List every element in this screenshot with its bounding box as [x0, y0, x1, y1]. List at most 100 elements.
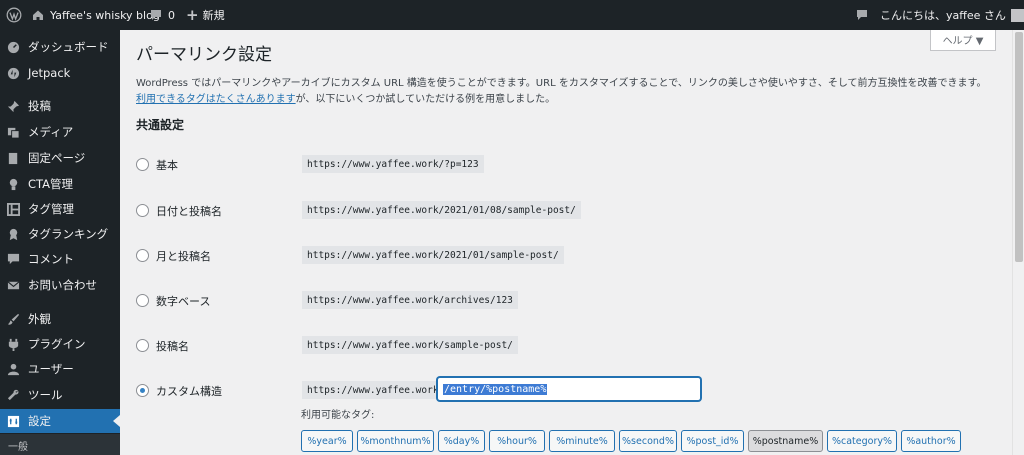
settings-icon [6, 414, 20, 428]
user-greeting[interactable]: こんにちは、yaffee さん [880, 0, 1024, 30]
tag-button-minute[interactable]: %minute% [549, 430, 615, 452]
sidebar-item-dashboard[interactable]: ダッシュボード [0, 35, 120, 59]
sidebar-item-label: 外観 [28, 312, 51, 326]
example-url: https://www.yaffee.work/archives/123 [302, 291, 518, 309]
tag-button-day[interactable]: %day% [438, 430, 485, 452]
example-url: https://www.yaffee.work/2021/01/08/sampl… [302, 201, 581, 219]
admin-bar: Yaffee's whisky blog 0 + 新規 こんにちは、yaffee… [0, 0, 1024, 30]
sidebar-item-label: プラグイン [28, 337, 86, 351]
option-label: 数字ベース [156, 295, 211, 308]
ranking-icon [6, 227, 20, 241]
sidebar-item-label: タグランキング [28, 227, 109, 241]
sidebar-item-appearance[interactable]: 外観 [0, 307, 120, 331]
submenu-item-general[interactable]: 一般 [0, 434, 120, 455]
sidebar-item-label: 投稿 [28, 99, 51, 113]
pin-icon [6, 99, 20, 113]
help-button[interactable]: ヘルプ ▼ [930, 30, 996, 51]
permalink-option-day-name[interactable]: 日付と投稿名 https://www.yaffee.work/2021/01/0… [136, 201, 996, 219]
permalink-option-month-name[interactable]: 月と投稿名 https://www.yaffee.work/2021/01/sa… [136, 246, 996, 264]
comments-link[interactable]: 0 [150, 0, 175, 30]
sidebar-item-comments[interactable]: コメント [0, 247, 120, 271]
new-content-link[interactable]: + 新規 [186, 0, 225, 30]
example-url: https://www.yaffee.work/2021/01/sample-p… [302, 246, 564, 264]
radio-numeric[interactable] [136, 294, 149, 307]
available-tags-link[interactable]: 利用できるタグはたくさんあります [136, 94, 296, 105]
radio-custom[interactable] [136, 384, 149, 397]
submenu-item-label: 一般 [8, 441, 28, 453]
intro-body: WordPress ではパーマリンクやアーカイブにカスタム URL 構造を使うこ… [136, 78, 987, 89]
mail-icon [6, 278, 20, 292]
permalink-option-plain[interactable]: 基本 https://www.yaffee.work/?p=123 [136, 155, 996, 173]
tag-button-year[interactable]: %year% [301, 430, 353, 452]
sidebar-item-label: Jetpack [28, 66, 71, 80]
section-heading: 共通設定 [136, 118, 185, 132]
site-name-link[interactable]: Yaffee's whisky blog [32, 0, 160, 30]
media-icon [6, 125, 20, 139]
sidebar-item-jetpack[interactable]: Jetpack [0, 61, 120, 85]
sidebar-item-pages[interactable]: 固定ページ [0, 146, 120, 170]
comment-icon [6, 252, 20, 266]
tag-button-monthnum[interactable]: %monthnum% [357, 430, 434, 452]
radio-plain[interactable] [136, 158, 149, 171]
comments-count: 0 [168, 8, 175, 22]
option-label: 投稿名 [156, 340, 189, 353]
dashboard-icon [6, 40, 20, 54]
new-label: 新規 [202, 9, 225, 22]
sidebar-item-label: CTA管理 [28, 177, 74, 191]
custom-structure-input[interactable]: /entry/%postname% [437, 377, 701, 401]
sidebar-item-label: 設定 [28, 414, 51, 428]
page-icon [6, 151, 20, 165]
tag-button-postname[interactable]: %postname% [748, 430, 823, 452]
example-url: https://www.yaffee.work/sample-post/ [302, 336, 518, 354]
sidebar-item-label: タグ管理 [28, 202, 74, 216]
radio-post-name[interactable] [136, 339, 149, 352]
scrollbar-thumb[interactable] [1015, 32, 1023, 262]
brush-icon [6, 312, 20, 326]
permalink-option-numeric[interactable]: 数字ベース https://www.yaffee.work/archives/1… [136, 291, 996, 309]
sidebar-item-settings[interactable]: 設定 [0, 409, 120, 433]
sidebar-item-contact[interactable]: お問い合わせ [0, 273, 120, 297]
radio-month-name[interactable] [136, 249, 149, 262]
user-icon [6, 362, 20, 376]
tag-button-post-id[interactable]: %post_id% [681, 430, 744, 452]
wordpress-logo-icon[interactable] [6, 0, 22, 30]
sidebar-item-posts[interactable]: 投稿 [0, 94, 120, 118]
sidebar-item-label: 固定ページ [28, 151, 86, 165]
tag-button-author[interactable]: %author% [901, 430, 961, 452]
available-tags-label: 利用可能なタグ: [301, 410, 375, 421]
sidebar-item-cta[interactable]: CTA管理 [0, 172, 120, 196]
sidebar-item-label: メディア [28, 125, 74, 139]
tag-button-second[interactable]: %second% [619, 430, 677, 452]
admin-sidebar: ダッシュボード Jetpack 投稿 メディア 固定ページ CTA管理 タグ管理… [0, 30, 120, 455]
page-title: パーマリンク設定 [136, 45, 272, 65]
sidebar-item-users[interactable]: ユーザー [0, 357, 120, 381]
custom-base-url: https://www.yaffee.work [302, 381, 444, 399]
sidebar-item-label: ダッシュボード [28, 40, 109, 54]
sidebar-item-tag-manager[interactable]: タグ管理 [0, 197, 120, 221]
option-label: 日付と投稿名 [156, 205, 222, 218]
plugin-icon [6, 337, 20, 351]
permalink-option-post-name[interactable]: 投稿名 https://www.yaffee.work/sample-post/ [136, 336, 996, 354]
option-label: 月と投稿名 [156, 250, 211, 263]
tag-button-hour[interactable]: %hour% [489, 430, 545, 452]
sidebar-item-media[interactable]: メディア [0, 120, 120, 144]
sidebar-item-label: ツール [28, 388, 63, 402]
site-name: Yaffee's whisky blog [50, 8, 160, 22]
plus-icon: + [186, 6, 199, 24]
sidebar-item-plugins[interactable]: プラグイン [0, 332, 120, 356]
tag-button-category[interactable]: %category% [827, 430, 897, 452]
main-content: パーマリンク設定 ヘルプ ▼ WordPress ではパーマリンクやアーカイブに… [120, 30, 1012, 455]
comment-bubble-icon [150, 9, 162, 21]
radio-day-name[interactable] [136, 204, 149, 217]
sidebar-item-tag-ranking[interactable]: タグランキング [0, 222, 120, 246]
sidebar-item-label: コメント [28, 252, 74, 266]
example-url: https://www.yaffee.work/?p=123 [302, 155, 484, 173]
avatar [1010, 8, 1024, 22]
sidebar-item-tools[interactable]: ツール [0, 383, 120, 407]
custom-structure-value: /entry/%postname% [443, 383, 548, 395]
sidebar-item-label: ユーザー [28, 362, 74, 376]
jetpack-icon [6, 66, 20, 80]
vertical-scrollbar[interactable] [1012, 30, 1024, 455]
notification-icon[interactable] [856, 0, 868, 30]
wrench-icon [6, 388, 20, 402]
